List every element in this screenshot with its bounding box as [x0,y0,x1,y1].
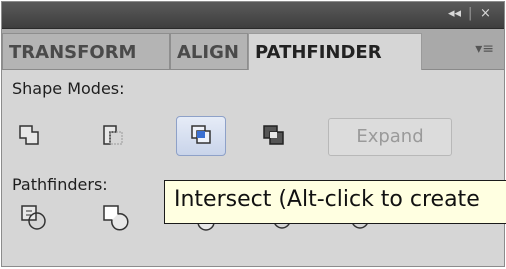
tab-pathfinder[interactable]: PATHFINDER [248,33,422,70]
pathfinders-label: Pathfinders: [12,175,108,194]
trim-button[interactable] [100,202,132,234]
panel-menu-icon: ▾≡ [475,41,494,57]
expand-button[interactable]: Expand [328,118,452,156]
close-panel-button[interactable]: × [480,6,491,21]
panel-menu-button[interactable]: ▾≡ [475,41,494,57]
shape-modes-label: Shape Modes: [12,79,125,98]
divide-button[interactable] [18,202,50,234]
tab-align[interactable]: ALIGN [170,33,248,69]
pathfinder-panel: ◂◂ | × TRANSFORM ALIGN PATHFINDER ▾≡ Sha… [1,1,506,267]
divide-icon [21,205,46,230]
tab-transform[interactable]: TRANSFORM [2,33,170,69]
double-chevron-left-icon: ◂◂ [448,6,462,21]
intersect-icon [191,125,211,144]
exclude-icon [263,125,284,145]
minus-front-button[interactable] [98,120,130,152]
collapse-panel-button[interactable]: ◂◂ [448,6,461,21]
exclude-button[interactable] [258,120,290,152]
intersect-tooltip: Intersect (Alt-click to create [164,180,506,224]
minus-front-icon [103,125,123,145]
trim-icon [103,205,129,231]
unite-button[interactable] [14,120,46,152]
titlebar-separator: | [468,6,473,21]
unite-icon [19,125,39,145]
intersect-button[interactable] [176,116,226,156]
panel-titlebar: ◂◂ | × [2,2,504,29]
panel-tab-row: TRANSFORM ALIGN PATHFINDER ▾≡ [2,29,504,70]
